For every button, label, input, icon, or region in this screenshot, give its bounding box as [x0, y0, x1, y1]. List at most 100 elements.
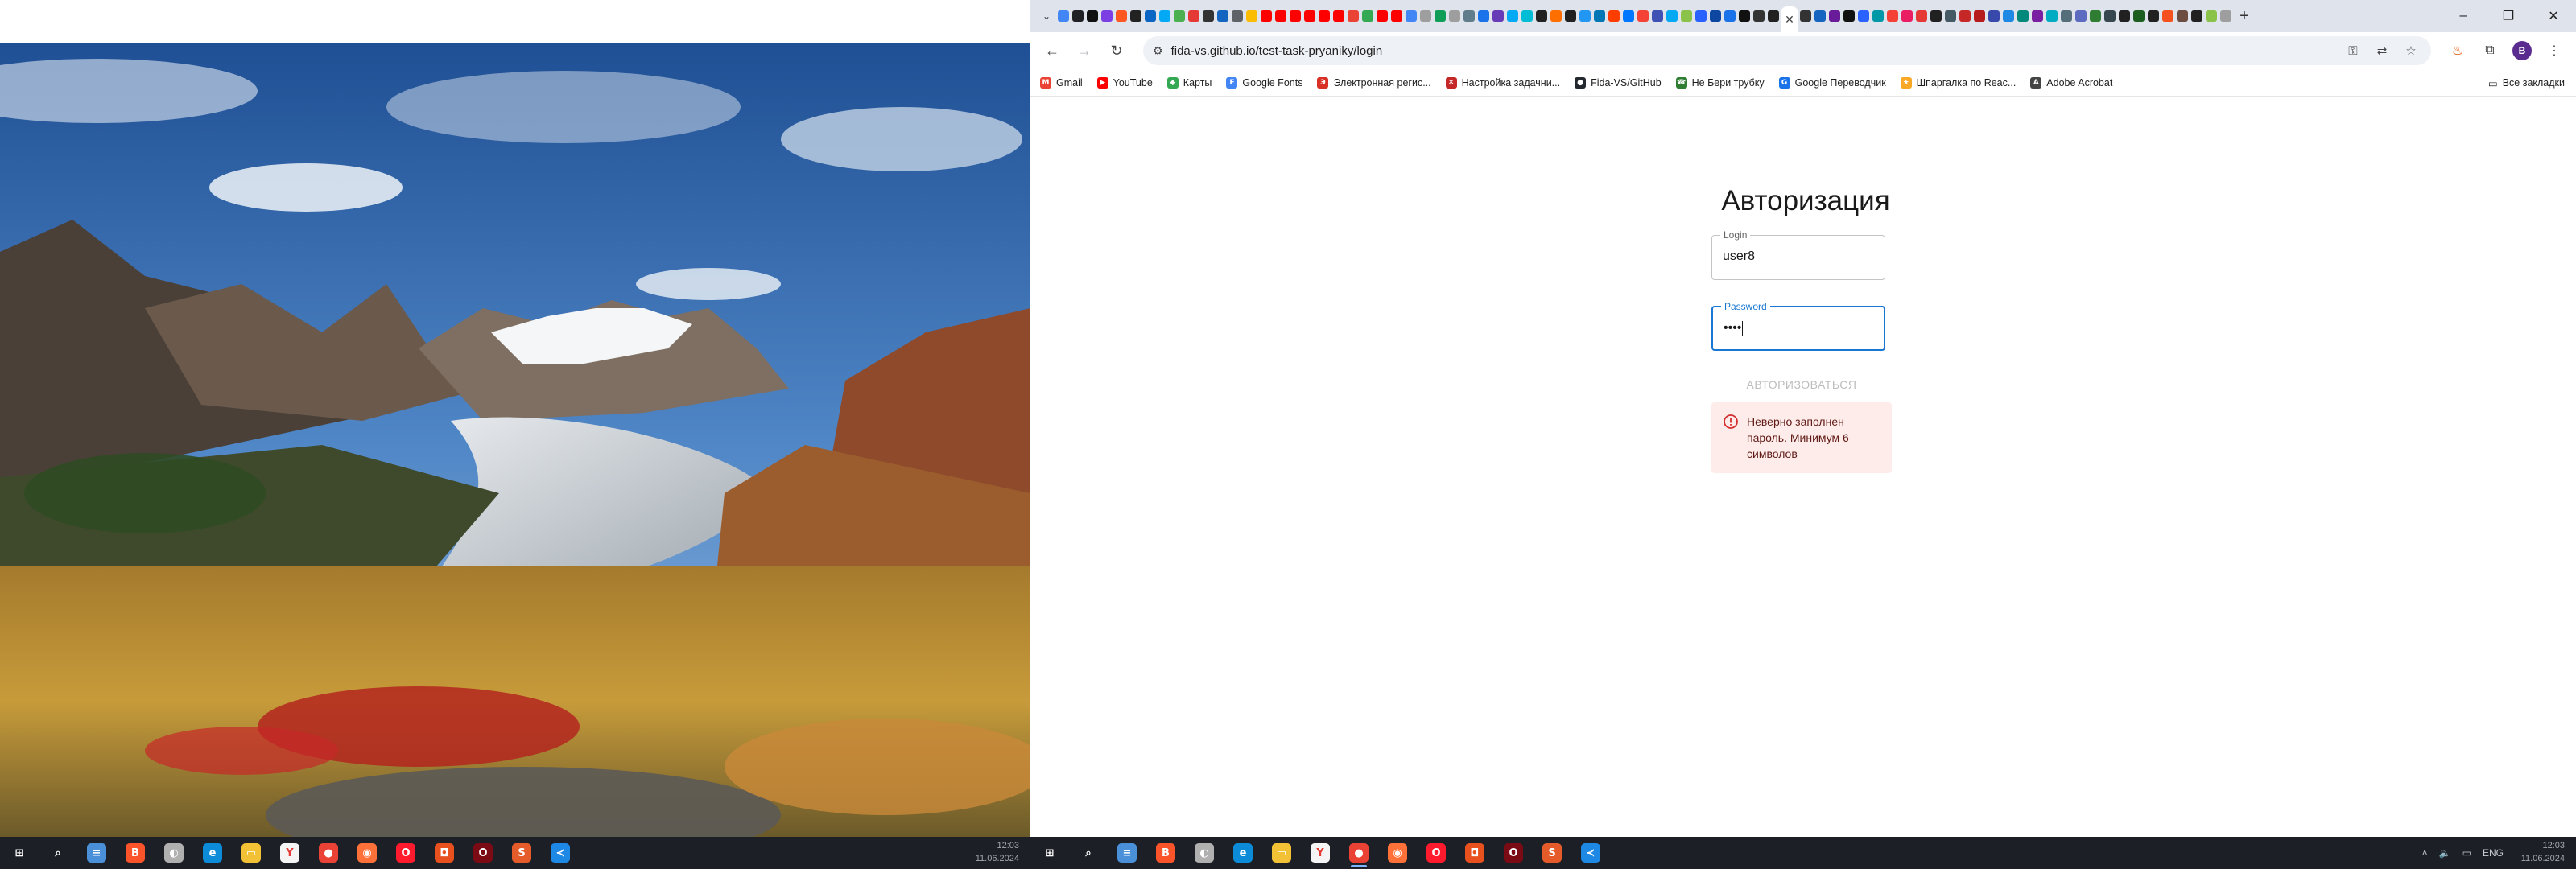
taskbar-vscode-button[interactable]: ≺ [541, 837, 580, 869]
taskbar-notepad-button[interactable]: ≡ [1108, 837, 1146, 869]
pinned-after-tab-favicon-icon[interactable] [1814, 10, 1826, 22]
pinned-tab-favicon-icon[interactable] [1652, 10, 1663, 22]
speaker-icon[interactable]: 🔈 [2439, 847, 2451, 859]
pinned-after-tab-favicon-icon[interactable] [2148, 10, 2159, 22]
pinned-tab-favicon-icon[interactable] [1406, 10, 1417, 22]
tray-chevron-icon[interactable]: ˄ [2422, 847, 2428, 859]
language-indicator[interactable]: ENG [2483, 847, 2504, 859]
extensions-puzzle-icon[interactable]: ⧉ [2476, 37, 2504, 64]
pinned-tab-favicon-icon[interactable] [1246, 10, 1257, 22]
pinned-tab-favicon-icon[interactable] [1768, 10, 1779, 22]
taskbar-vscode-button[interactable]: ≺ [1571, 837, 1610, 869]
pinned-after-tab-favicon-icon[interactable] [1930, 10, 1942, 22]
taskbar-yandex-button[interactable]: Y [1301, 837, 1340, 869]
pinned-tab-favicon-icon[interactable] [1449, 10, 1460, 22]
pinned-after-tab-favicon-icon[interactable] [1800, 10, 1811, 22]
taskbar-sublime-button[interactable]: S [502, 837, 541, 869]
pinned-after-tab-favicon-icon[interactable] [1843, 10, 1855, 22]
taskbar-firefox-button[interactable]: ◉ [348, 837, 386, 869]
pinned-tab-favicon-icon[interactable] [1203, 10, 1214, 22]
pinned-after-tab-favicon-icon[interactable] [1887, 10, 1898, 22]
pinned-tab-favicon-icon[interactable] [1608, 10, 1620, 22]
bookmark-item[interactable]: G Google Переводчик [1778, 76, 1886, 89]
login-field[interactable]: Login user8 [1711, 229, 1885, 280]
pinned-after-tab-favicon-icon[interactable] [2191, 10, 2202, 22]
active-tab[interactable]: ✕ [1781, 6, 1798, 32]
pinned-tab-favicon-icon[interactable] [1623, 10, 1634, 22]
reload-button[interactable]: ↻ [1103, 37, 1130, 64]
taskbar-search-button[interactable]: ⌕ [1069, 837, 1108, 869]
pinned-tab-favicon-icon[interactable] [1348, 10, 1359, 22]
pinned-after-tab-favicon-icon[interactable] [2046, 10, 2058, 22]
profile-button[interactable]: B [2508, 37, 2536, 64]
pinned-tab-favicon-icon[interactable] [1463, 10, 1475, 22]
taskbar-opera-button[interactable]: O [1417, 837, 1455, 869]
restore-button[interactable]: ❐ [2486, 0, 2531, 32]
new-tab-button[interactable]: + [2233, 5, 2256, 27]
pinned-tab-favicon-icon[interactable] [1695, 10, 1707, 22]
pinned-tab-favicon-icon[interactable] [1174, 10, 1185, 22]
pinned-tab-favicon-icon[interactable] [1058, 10, 1069, 22]
taskbar-app-orange-button[interactable]: ◘ [425, 837, 464, 869]
tab-close-icon[interactable]: ✕ [1785, 13, 1794, 27]
pinned-after-tab-favicon-icon[interactable] [1872, 10, 1884, 22]
bookmark-item[interactable]: F Google Fonts [1226, 76, 1302, 89]
login-input[interactable]: user8 [1723, 249, 1755, 264]
pinned-tab-favicon-icon[interactable] [1290, 10, 1301, 22]
pinned-tab-favicon-icon[interactable] [1217, 10, 1228, 22]
pinned-tab-favicon-icon[interactable] [1507, 10, 1518, 22]
pinned-tab-favicon-icon[interactable] [1637, 10, 1649, 22]
password-input[interactable]: •••• [1724, 321, 1744, 336]
password-field[interactable]: Password •••• [1711, 301, 1885, 351]
bookmark-item[interactable]: A Adobe Acrobat [2030, 76, 2112, 89]
taskbar-firefox-button[interactable]: ◉ [1378, 837, 1417, 869]
pinned-after-tab-favicon-icon[interactable] [2104, 10, 2116, 22]
pinned-after-tab-favicon-icon[interactable] [2003, 10, 2014, 22]
bookmark-item[interactable]: ★ Шпаргалка по Reac... [1900, 76, 2016, 89]
pinned-after-tab-favicon-icon[interactable] [2032, 10, 2043, 22]
pinned-after-tab-favicon-icon[interactable] [2061, 10, 2072, 22]
menu-kebab-icon[interactable]: ⋮ [2541, 37, 2568, 64]
taskbar-opera-button[interactable]: O [386, 837, 425, 869]
bookmark-item[interactable]: ☎ Не Бери трубку [1675, 76, 1765, 89]
pinned-after-tab-favicon-icon[interactable] [2162, 10, 2174, 22]
pinned-tab-favicon-icon[interactable] [1261, 10, 1272, 22]
pinned-after-tab-favicon-icon[interactable] [1829, 10, 1840, 22]
pinned-tab-favicon-icon[interactable] [1275, 10, 1286, 22]
login-submit-button[interactable]: АВТОРИЗОВАТЬСЯ [1711, 370, 1892, 399]
pinned-tab-favicon-icon[interactable] [1492, 10, 1504, 22]
taskbar-opera-gx-button[interactable]: O [464, 837, 502, 869]
address-bar[interactable]: ⚙ fida-vs.github.io/test-task-pryaniky/l… [1143, 36, 2431, 65]
taskbar-start-button[interactable]: ⊞ [1030, 837, 1069, 869]
taskbar-chrome-button[interactable]: ● [1340, 837, 1378, 869]
pinned-after-tab-favicon-icon[interactable] [2119, 10, 2130, 22]
pinned-tab-favicon-icon[interactable] [1521, 10, 1533, 22]
pinned-tab-favicon-icon[interactable] [1550, 10, 1562, 22]
pinned-tab-favicon-icon[interactable] [1565, 10, 1576, 22]
pinned-after-tab-favicon-icon[interactable] [1916, 10, 1927, 22]
pinned-tab-favicon-icon[interactable] [1666, 10, 1678, 22]
pinned-tab-favicon-icon[interactable] [1391, 10, 1402, 22]
close-window-button[interactable]: ✕ [2531, 0, 2576, 32]
extension-icon[interactable]: ♨ [2444, 37, 2471, 64]
taskbar-yandex-button[interactable]: Y [270, 837, 309, 869]
taskbar-sublime-button[interactable]: S [1533, 837, 1571, 869]
pinned-tab-favicon-icon[interactable] [1710, 10, 1721, 22]
all-bookmarks-button[interactable]: ▭ Все закладки [2488, 69, 2565, 97]
pinned-tab-favicon-icon[interactable] [1478, 10, 1489, 22]
pinned-after-tab-favicon-icon[interactable] [2133, 10, 2145, 22]
minimize-button[interactable]: – [2441, 0, 2486, 32]
pinned-tab-favicon-icon[interactable] [1188, 10, 1199, 22]
pinned-tab-favicon-icon[interactable] [1579, 10, 1591, 22]
pinned-tab-favicon-icon[interactable] [1304, 10, 1315, 22]
taskbar-brave-button[interactable]: B [116, 837, 155, 869]
pinned-tab-favicon-icon[interactable] [1145, 10, 1156, 22]
pinned-after-tab-favicon-icon[interactable] [1988, 10, 2000, 22]
pinned-tab-favicon-icon[interactable] [1159, 10, 1170, 22]
taskbar-edge-button[interactable]: e [1224, 837, 1262, 869]
taskbar-app-circle-button[interactable]: ◐ [1185, 837, 1224, 869]
taskbar-explorer-button[interactable]: ▭ [232, 837, 270, 869]
taskbar-app-circle-button[interactable]: ◐ [155, 837, 193, 869]
pinned-tab-favicon-icon[interactable] [1116, 10, 1127, 22]
bookmark-star-icon[interactable]: ☆ [2401, 43, 2421, 58]
